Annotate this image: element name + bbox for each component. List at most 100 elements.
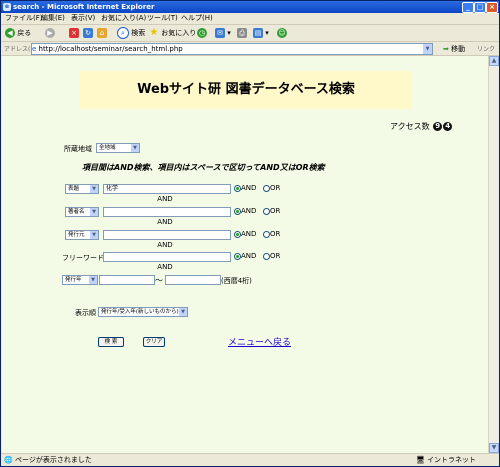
menu-view[interactable]: 表示(V) (71, 13, 95, 24)
menu-favorites[interactable]: お気に入り(A) (101, 13, 146, 24)
and-connector: AND (157, 195, 173, 203)
menu-help[interactable]: ヘルプ(H) (181, 13, 213, 24)
publisher-and-radio[interactable]: AND (234, 230, 256, 238)
title-or-radio[interactable]: OR (263, 184, 280, 192)
page-content: Webサイト研 図書データベース検索 アクセス数 94 所蔵地域 全地域 ▼ 項目… (2, 56, 488, 453)
publisher-or-radio[interactable]: OR (263, 230, 280, 238)
field-select-publisher[interactable]: 発行元 ▼ (65, 230, 99, 240)
field-select-title[interactable]: 表題 ▼ (65, 184, 99, 194)
messenger-icon: ☺ (277, 28, 287, 38)
year-hint: (西暦4桁) (221, 277, 252, 285)
range-tilde: 〜 (155, 276, 163, 285)
zone-text: イントラネット (427, 456, 476, 464)
edit-button[interactable]: ▤ ▾ (253, 27, 269, 39)
page-banner: Webサイト研 図書データベース検索 (80, 71, 412, 109)
scroll-down-icon[interactable]: ▼ (489, 443, 499, 453)
edit-icon: ▤ (253, 28, 263, 38)
history-icon: ◷ (197, 28, 207, 38)
publisher-input[interactable] (103, 230, 231, 240)
home-icon: ⌂ (97, 28, 107, 38)
mail-button[interactable]: ✉ ▾ (215, 27, 231, 39)
stop-icon: × (69, 28, 79, 38)
search-icon: ⌕ (117, 27, 129, 39)
clear-button[interactable]: クリア (143, 337, 165, 347)
access-digit-2: 4 (443, 122, 453, 131)
address-bar: アドレス(D) e http://localhost/seminar/searc… (1, 42, 499, 56)
radio-unselected-icon (263, 207, 270, 215)
author-or-radio[interactable]: OR (263, 207, 280, 215)
radio-unselected-icon (263, 252, 270, 260)
history-button[interactable]: ◷ (197, 27, 207, 39)
freeword-input[interactable] (103, 252, 231, 262)
region-label: 所蔵地域 (64, 145, 92, 153)
year-from-input[interactable] (99, 275, 155, 285)
window-title: search - Microsoft Internet Explorer (13, 3, 155, 11)
radio-selected-icon (234, 184, 241, 192)
address-dropdown-icon[interactable]: ▼ (423, 44, 432, 54)
browser-window: e search - Microsoft Internet Explorer _… (0, 0, 500, 467)
back-to-menu-link[interactable]: メニューへ戻る (228, 335, 291, 348)
home-button[interactable]: ⌂ (97, 27, 107, 39)
menu-file[interactable]: ファイル(F) (5, 13, 43, 24)
back-button[interactable]: ◀ 戻る (5, 27, 31, 39)
menu-edit[interactable]: 編集(E) (41, 13, 65, 24)
scroll-up-icon[interactable]: ▲ (489, 56, 499, 66)
address-input[interactable]: e http://localhost/seminar/search_html.p… (31, 43, 433, 55)
title-bar: e search - Microsoft Internet Explorer _… (1, 1, 499, 13)
chevron-down-icon: ▼ (90, 185, 98, 193)
go-arrow-icon: ➡ (443, 45, 449, 53)
page-icon: e (32, 45, 37, 53)
access-counter: アクセス数 94 (390, 121, 453, 132)
maximize-button[interactable]: □ (474, 2, 486, 13)
search-notice: 項目間はAND検索、項目内はスペースで区切ってAND又はOR検索 (82, 163, 325, 172)
freeword-label: フリーワード (62, 254, 104, 262)
vertical-scrollbar[interactable]: ▲ ▼ (488, 56, 499, 453)
ie-icon: e (3, 3, 11, 11)
and-connector: AND (157, 263, 173, 271)
refresh-icon: ↻ (83, 28, 93, 38)
radio-unselected-icon (263, 230, 270, 238)
favorites-button[interactable]: ★ お気に入り (149, 27, 197, 39)
menu-tools[interactable]: ツール(T) (147, 13, 178, 24)
go-button[interactable]: ➡ 移動 (443, 44, 465, 54)
chevron-down-icon: ▼ (179, 308, 187, 316)
search-button-toolbar[interactable]: ⌕ 検索 (117, 27, 145, 39)
radio-selected-icon (234, 230, 241, 238)
author-and-radio[interactable]: AND (234, 207, 256, 215)
sort-select[interactable]: 発行年/受入年(新しいものから) ▼ (98, 307, 188, 317)
radio-selected-icon (234, 207, 241, 215)
stop-button[interactable]: × (69, 27, 79, 39)
back-arrow-icon: ◀ (5, 28, 15, 38)
chevron-down-icon: ▼ (90, 208, 98, 216)
status-bar: 🌐 ページが表示されました 🖥 イントラネット (1, 453, 499, 467)
print-button[interactable]: ⎙ (237, 27, 247, 39)
forward-button[interactable]: ▶ (45, 27, 55, 39)
links-button[interactable]: リンク (477, 44, 495, 53)
and-connector: AND (157, 218, 173, 226)
mail-icon: ✉ (215, 28, 225, 38)
close-button[interactable]: × (486, 2, 498, 13)
access-digit-1: 9 (433, 122, 443, 131)
status-text: ページが表示されました (15, 456, 92, 464)
refresh-button[interactable]: ↻ (83, 27, 93, 39)
year-to-input[interactable] (165, 275, 221, 285)
toolbar: ◀ 戻る ▶ × ↻ ⌂ ⌕ 検索 ★ お気に入り ◷ ✉ ▾ ⎙ ▤ ▾ ☺ (1, 25, 499, 42)
field-select-year[interactable]: 発行年 ▼ (62, 275, 98, 285)
chevron-down-icon: ▼ (131, 144, 139, 152)
chevron-down-icon: ▼ (90, 231, 98, 239)
field-select-author[interactable]: 著者名 ▼ (65, 207, 99, 217)
print-icon: ⎙ (237, 28, 247, 38)
region-select[interactable]: 全地域 ▼ (96, 143, 140, 153)
freeword-or-radio[interactable]: OR (263, 252, 280, 260)
chevron-down-icon: ▼ (89, 276, 97, 284)
title-input[interactable]: 化学 (103, 184, 231, 194)
author-input[interactable] (103, 207, 231, 217)
radio-selected-icon (234, 252, 241, 260)
messenger-button[interactable]: ☺ (277, 27, 287, 39)
radio-unselected-icon (263, 184, 270, 192)
freeword-and-radio[interactable]: AND (234, 252, 256, 260)
minimize-button[interactable]: _ (462, 2, 474, 13)
status-page-icon: 🌐 (4, 456, 13, 464)
title-and-radio[interactable]: AND (234, 184, 256, 192)
search-button[interactable]: 検 索 (98, 337, 124, 347)
